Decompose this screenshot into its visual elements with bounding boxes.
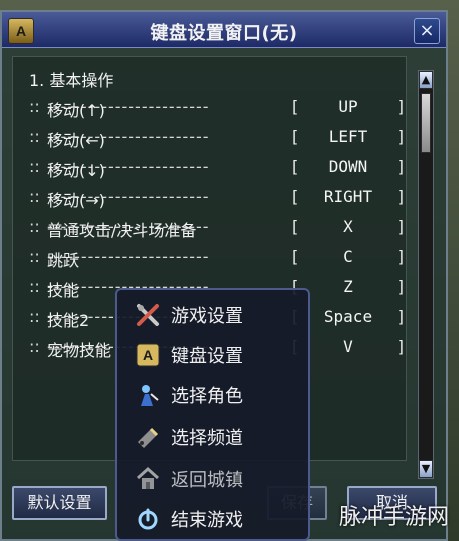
- key-right-bracket: ]: [397, 277, 404, 296]
- key-value: LEFT: [328, 127, 368, 146]
- scrollbar[interactable]: ▲ ▼: [418, 70, 434, 479]
- key-left-bracket: [: [292, 127, 299, 146]
- svg-text:A: A: [143, 347, 153, 363]
- key-right-bracket: ]: [397, 337, 404, 356]
- key-field[interactable]: [ UP ]: [292, 97, 404, 123]
- key-left-bracket: [: [292, 217, 299, 236]
- menu-item-select-character[interactable]: 选择角色: [127, 378, 302, 412]
- key-value: X: [343, 217, 353, 236]
- key-left-bracket: [: [292, 187, 299, 206]
- keybinding-row[interactable]: :: ------------------------ 移动(←) [ LEFT…: [29, 127, 404, 153]
- keybinding-label: 宠物技能: [47, 341, 112, 360]
- watermark-text: 脉冲手游网: [338, 505, 449, 530]
- key-value: RIGHT: [323, 187, 373, 206]
- key-value: Z: [343, 277, 353, 296]
- keybinding-row[interactable]: :: ------------------------ 普通攻击/决斗场准备 […: [29, 217, 404, 243]
- key-left-bracket: [: [292, 97, 299, 116]
- key-field[interactable]: [ LEFT ]: [292, 127, 404, 153]
- menu-item-exit-game[interactable]: 结束游戏: [127, 502, 302, 536]
- keybinding-label: 移动(←): [47, 131, 105, 150]
- keybinding-label: 技能2: [47, 311, 90, 330]
- key-value: DOWN: [328, 157, 368, 176]
- keybinding-row[interactable]: :: ------------------------ 移动(→) [ RIGH…: [29, 187, 404, 213]
- key-value: UP: [338, 97, 358, 116]
- keybinding-label: 普通攻击/决斗场准备: [47, 221, 197, 240]
- row-prefix: ::: [29, 307, 40, 326]
- menu-item-keyboard-settings[interactable]: A 键盘设置: [127, 338, 302, 372]
- key-right-bracket: ]: [397, 217, 404, 236]
- menu-item-label: 选择频道: [171, 428, 243, 449]
- row-prefix: ::: [29, 337, 40, 356]
- menu-item-return-town[interactable]: 返回城镇: [127, 462, 302, 496]
- menu-item-label: 结束游戏: [171, 510, 243, 531]
- power-icon: [135, 506, 161, 532]
- game-background: A 键盘设置窗口(无) × 1. 基本操作 :: ---------------…: [0, 0, 459, 541]
- key-field[interactable]: [ RIGHT ]: [292, 187, 404, 213]
- row-prefix: ::: [29, 247, 40, 266]
- menu-item-select-channel[interactable]: 选择频道: [127, 420, 302, 454]
- key-field[interactable]: [ C ]: [292, 247, 404, 273]
- key-value: V: [343, 337, 353, 356]
- channel-select-icon: [135, 424, 161, 450]
- window-titlebar: A 键盘设置窗口(无) ×: [2, 12, 446, 48]
- key-value: Space: [323, 307, 373, 326]
- default-settings-button[interactable]: 默认设置: [12, 486, 107, 520]
- window-title: 键盘设置窗口(无): [150, 23, 298, 44]
- menu-item-game-settings[interactable]: 游戏设置: [127, 298, 302, 332]
- key-right-bracket: ]: [397, 157, 404, 176]
- key-field[interactable]: [ DOWN ]: [292, 157, 404, 183]
- tools-icon: [135, 302, 161, 328]
- scroll-down-icon[interactable]: ▼: [419, 460, 433, 478]
- keybinding-label: 技能: [47, 281, 80, 300]
- menu-item-label: 选择角色: [171, 386, 243, 407]
- key-right-bracket: ]: [397, 97, 404, 116]
- row-prefix: ::: [29, 127, 40, 146]
- key-right-bracket: ]: [397, 307, 404, 326]
- menu-item-label: 键盘设置: [171, 346, 243, 367]
- keybinding-row[interactable]: :: ------------------------ 移动(↑) [ UP ]: [29, 97, 404, 123]
- close-icon[interactable]: ×: [414, 18, 440, 44]
- key-field[interactable]: [ X ]: [292, 217, 404, 243]
- home-icon: [135, 466, 161, 492]
- key-right-bracket: ]: [397, 187, 404, 206]
- row-dashes: ------------------------: [47, 247, 210, 266]
- section-title: 1. 基本操作: [29, 71, 114, 90]
- key-right-bracket: ]: [397, 247, 404, 266]
- keybinding-label: 移动(→): [47, 191, 105, 210]
- keyboard-a-icon: A: [135, 342, 161, 368]
- keybinding-label: 跳跃: [47, 251, 80, 270]
- character-select-icon: [135, 382, 161, 408]
- key-right-bracket: ]: [397, 127, 404, 146]
- scroll-up-icon[interactable]: ▲: [419, 71, 433, 89]
- row-prefix: ::: [29, 187, 40, 206]
- keybinding-row[interactable]: :: ------------------------ 跳跃 [ C ]: [29, 247, 404, 273]
- keybinding-label: 移动(↓): [47, 161, 105, 180]
- row-prefix: ::: [29, 157, 40, 176]
- row-prefix: ::: [29, 217, 40, 236]
- key-left-bracket: [: [292, 247, 299, 266]
- row-prefix: ::: [29, 277, 40, 296]
- scroll-thumb[interactable]: [421, 93, 431, 153]
- key-value: C: [343, 247, 353, 266]
- keybinding-row[interactable]: :: ------------------------ 移动(↓) [ DOWN…: [29, 157, 404, 183]
- key-left-bracket: [: [292, 157, 299, 176]
- keybinding-label: 移动(↑): [47, 101, 105, 120]
- row-prefix: ::: [29, 97, 40, 116]
- menu-item-label: 游戏设置: [171, 306, 243, 327]
- menu-item-label: 返回城镇: [171, 470, 243, 491]
- system-menu-popup: 游戏设置 A 键盘设置 选择角色 选择频道 返回城镇 结束游戏: [115, 288, 310, 541]
